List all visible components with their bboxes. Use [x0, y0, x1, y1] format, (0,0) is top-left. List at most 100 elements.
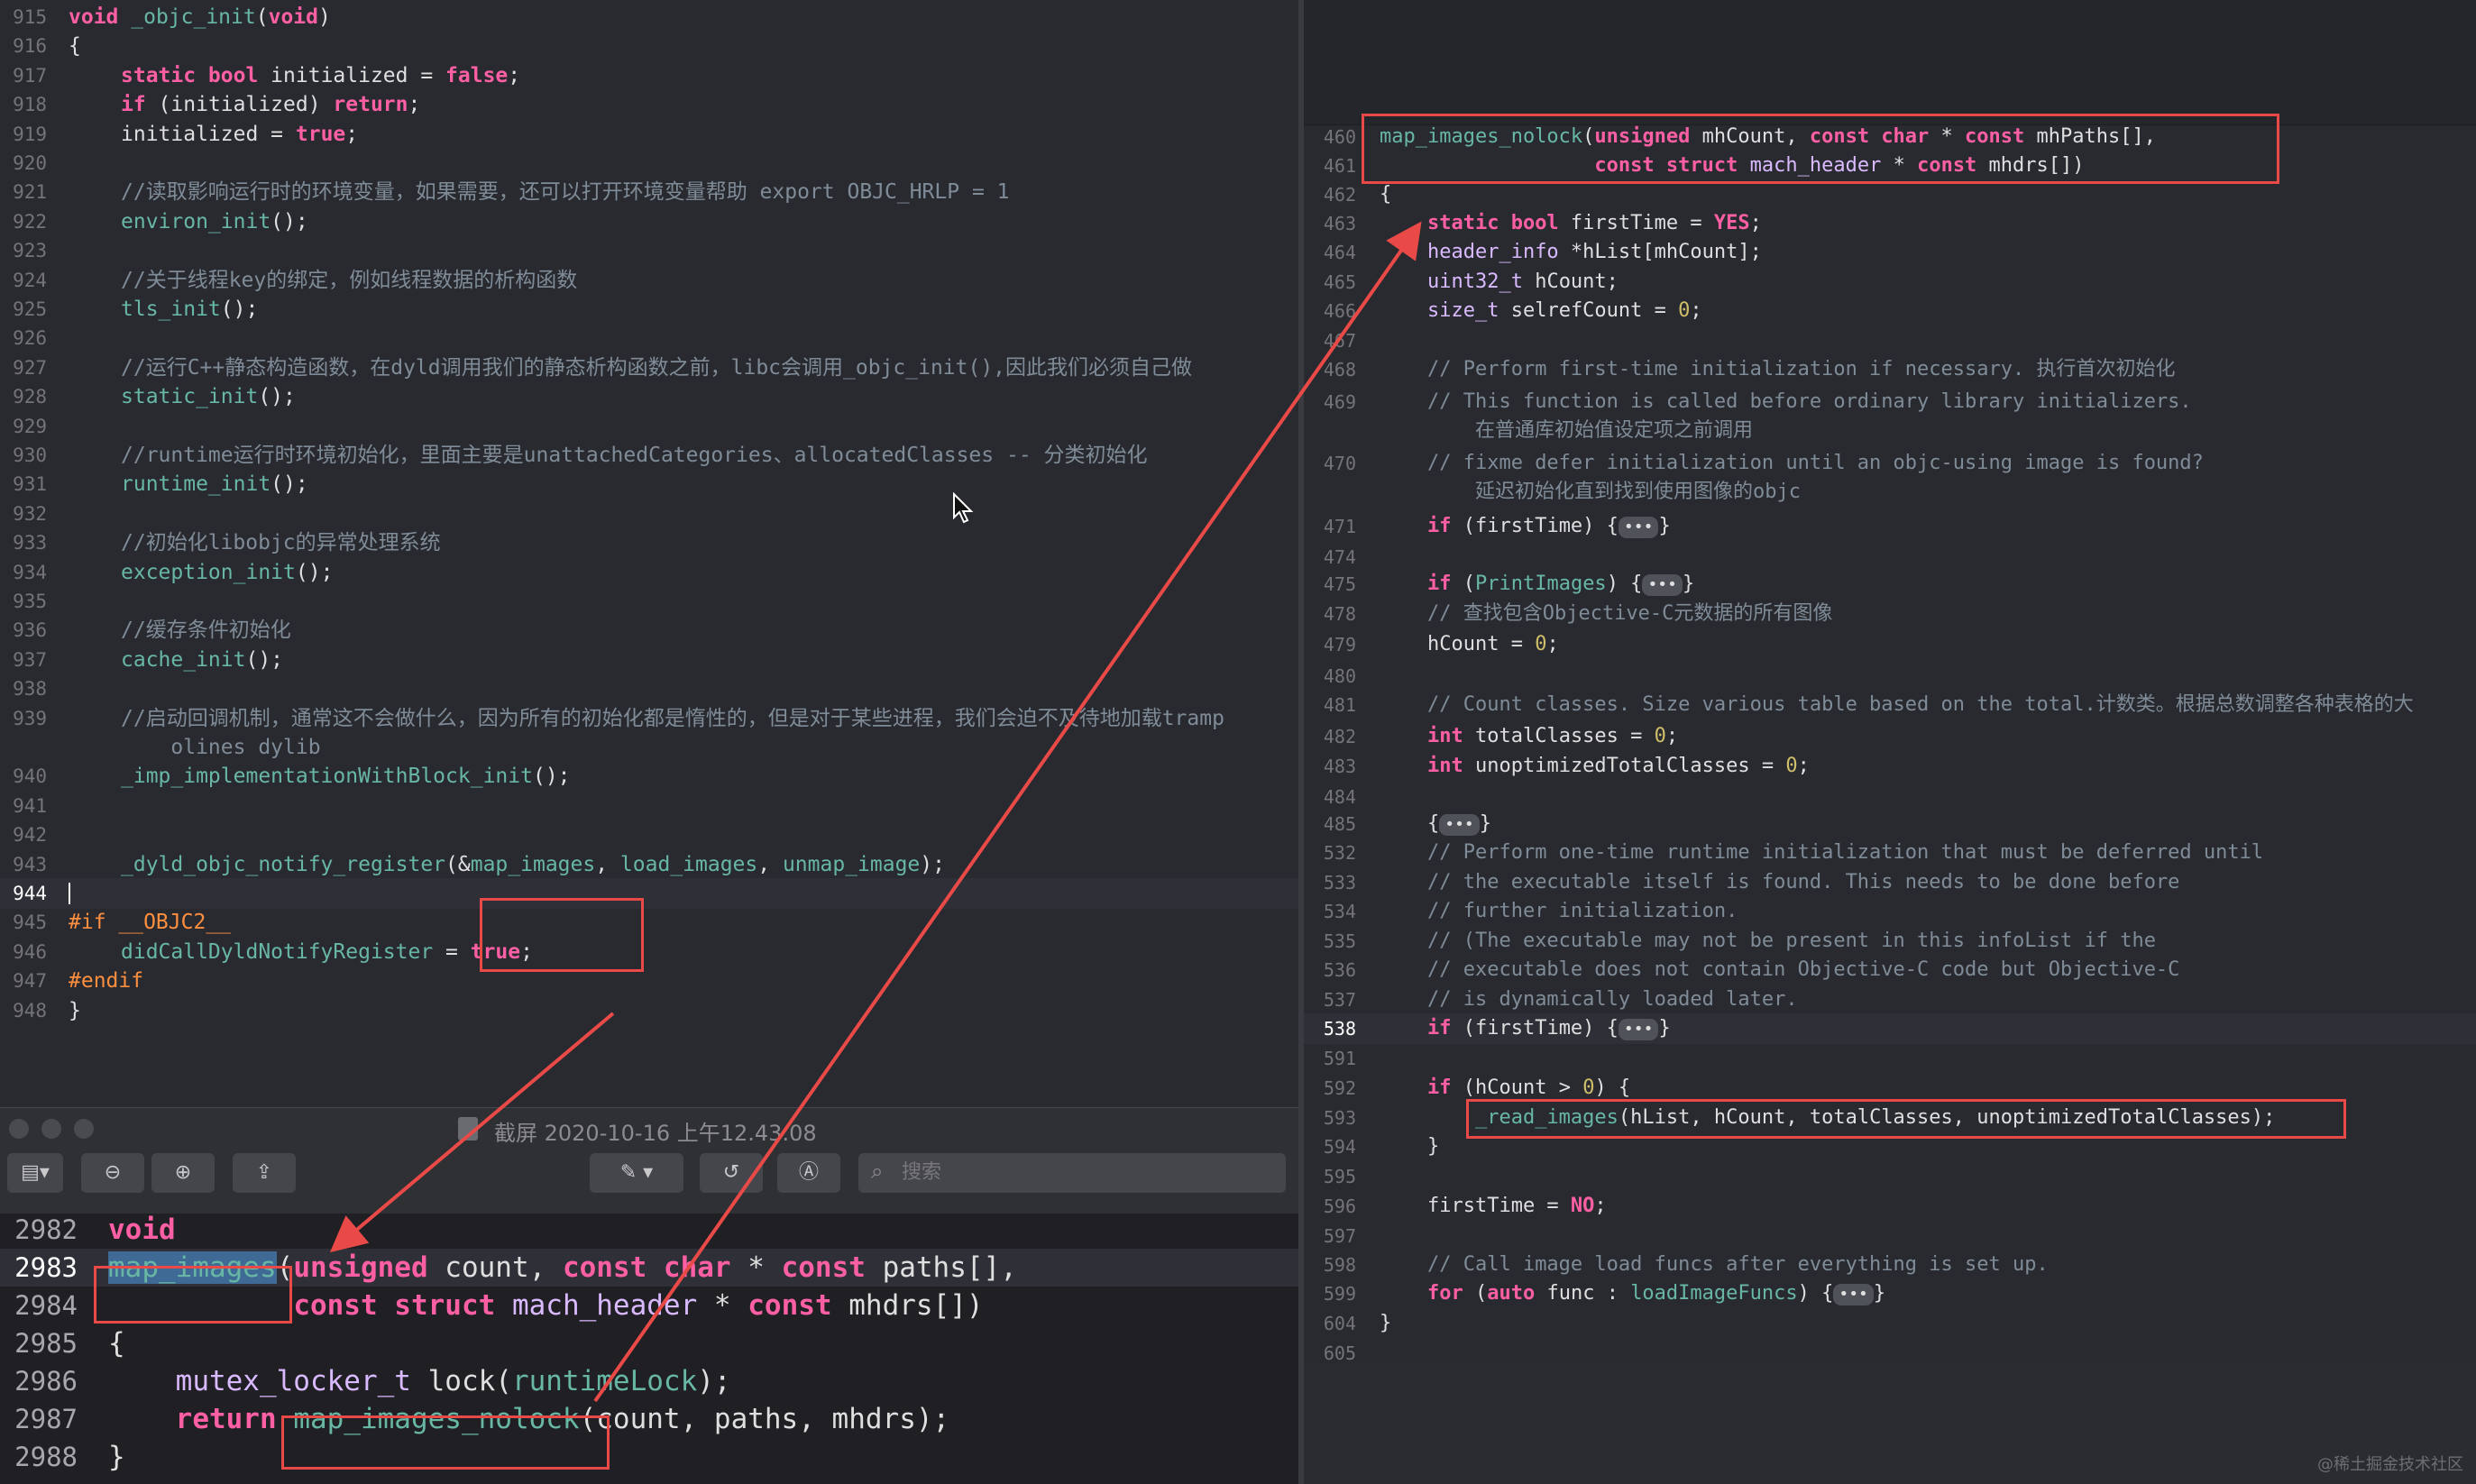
- line-number: 2982: [14, 1214, 78, 1245]
- code-text: // Call image load funcs after everythin…: [1426, 1253, 2049, 1276]
- sidebar-toggle-button[interactable]: ▤▾: [7, 1153, 63, 1193]
- code-text: {: [108, 1327, 125, 1360]
- line-number: 599: [1323, 1283, 1356, 1305]
- code-text: //启动回调机制，通常这不会做什么，因为所有的初始化都是惰性的，但是对于某些进程…: [121, 706, 1224, 730]
- preview-window-toolbar: 截屏 2020-10-16 上午12.43.08 ▤▾ ⊖ ⊕ ⇪ ✎ ▾ ↺ …: [0, 1107, 1298, 1215]
- markup-button[interactable]: ✎ ▾: [590, 1153, 683, 1193]
- sidebar-icon: ▤▾: [21, 1161, 50, 1184]
- line-number: 935: [13, 591, 47, 612]
- code-text: _imp_implementationWithBlock_init();: [121, 765, 571, 789]
- code-text: void: [108, 1214, 176, 1246]
- search-input[interactable]: 搜索: [858, 1153, 1286, 1193]
- right-editor-header: [1304, 0, 2476, 125]
- line-number: 464: [1323, 242, 1356, 263]
- line-number: 597: [1323, 1225, 1356, 1247]
- code-line[interactable]: 538 if (firstTime) {•••}: [1304, 1013, 2476, 1044]
- code-text: {: [1380, 183, 1392, 206]
- line-number: 480: [1323, 665, 1356, 687]
- line-number: 598: [1323, 1254, 1356, 1276]
- code-text: environ_init();: [121, 209, 308, 234]
- pen-icon: ✎ ▾: [619, 1161, 654, 1184]
- line-number: 479: [1323, 634, 1356, 655]
- highlight-map-images-arg: [480, 898, 644, 972]
- watermark: @稀土掘金技术社区: [2317, 1455, 2463, 1474]
- line-number: 463: [1323, 213, 1356, 234]
- line-number: 596: [1323, 1195, 1356, 1217]
- code-text: didCallDyldNotifyRegister = true;: [121, 939, 533, 964]
- zoom-out-button[interactable]: ⊖: [81, 1153, 144, 1193]
- preview-window-title: 截屏 2020-10-16 上午12.43.08: [494, 1121, 817, 1146]
- code-text: size_t selrefCount = 0;: [1426, 299, 1702, 322]
- code-text: }: [69, 998, 81, 1022]
- code-text: if (firstTime) {•••}: [1426, 515, 1671, 538]
- rotate-icon: ↺: [722, 1161, 740, 1184]
- zoom-window-button[interactable]: [74, 1119, 94, 1139]
- code-text: // (The executable may not be present in…: [1426, 930, 2156, 952]
- code-text: initialized = true;: [121, 122, 359, 146]
- line-number: 2983: [14, 1252, 78, 1283]
- code-line[interactable]: 944: [0, 878, 1298, 909]
- code-text: if (PrintImages) {•••}: [1426, 573, 1695, 596]
- document-icon: [458, 1117, 478, 1140]
- line-number: 916: [13, 35, 47, 58]
- annotate-button[interactable]: Ⓐ: [777, 1153, 840, 1193]
- line-number: 466: [1323, 300, 1356, 322]
- line-number: 474: [1323, 546, 1356, 568]
- code-text: //runtime运行时环境初始化，里面主要是unattachedCategor…: [121, 444, 1148, 467]
- line-number: 939: [13, 707, 47, 729]
- code-text: #if __OBJC2__: [69, 911, 232, 935]
- line-number: 929: [13, 415, 47, 437]
- zoom-out-icon: ⊖: [104, 1161, 122, 1184]
- code-text: static bool initialized = false;: [121, 63, 521, 87]
- line-number: 941: [13, 794, 47, 817]
- line-number: 533: [1323, 872, 1356, 893]
- code-text: #endif: [69, 969, 144, 994]
- line-number: 532: [1323, 842, 1356, 864]
- right-code-editor[interactable]: 460 map_images_nolock(unsigned mhCount, c…: [1304, 0, 2476, 1484]
- code-text: // Count classes. Size various table bas…: [1426, 693, 2414, 716]
- line-number: 469: [1323, 391, 1356, 413]
- highlight-map-images-nolock-call: [281, 1415, 610, 1470]
- line-number: 462: [1323, 184, 1356, 206]
- code-text: // 查找包含Objective-C元数据的所有图像: [1426, 602, 1833, 625]
- code-text: exception_init();: [121, 560, 334, 584]
- code-text: //初始化libobjc的异常处理系统: [121, 531, 441, 555]
- line-number: 928: [13, 386, 47, 408]
- line-number: 921: [13, 181, 47, 204]
- code-text: 延迟初始化直到找到使用图像的objc: [1426, 481, 1801, 503]
- line-number: 537: [1323, 989, 1356, 1011]
- line-number: 923: [13, 240, 47, 262]
- minimize-window-button[interactable]: [41, 1119, 61, 1139]
- rotate-button[interactable]: ↺: [700, 1153, 763, 1193]
- line-number: 936: [13, 619, 47, 642]
- line-number: 940: [13, 765, 47, 788]
- line-number: 942: [13, 824, 47, 847]
- line-number: 938: [13, 678, 47, 701]
- close-window-button[interactable]: [9, 1119, 29, 1139]
- line-number: 467: [1323, 330, 1356, 352]
- share-button[interactable]: ⇪: [233, 1153, 296, 1193]
- line-number: 482: [1323, 726, 1356, 747]
- code-text: _dyld_objc_notify_register(&map_images, …: [121, 852, 945, 876]
- line-number: 937: [13, 648, 47, 671]
- code-text: runtime_init();: [121, 472, 308, 497]
- zoom-in-button[interactable]: ⊕: [151, 1153, 215, 1193]
- mouse-cursor-icon: [953, 492, 974, 524]
- line-number: 925: [13, 298, 47, 320]
- code-text: // executable does not contain Objective…: [1426, 958, 2180, 981]
- line-number: 2986: [14, 1366, 78, 1397]
- line-number: 920: [13, 152, 47, 174]
- code-text: header_info *hList[mhCount];: [1426, 241, 1762, 263]
- line-number: 594: [1323, 1136, 1356, 1158]
- line-number: 922: [13, 210, 47, 233]
- code-text: }: [108, 1441, 125, 1473]
- left-code-editor[interactable]: 915 void _objc_init(void) 916 {917 static bo…: [0, 0, 1298, 1107]
- code-text: // the executable itself is found. This …: [1426, 871, 2180, 893]
- line-number: 538: [1323, 1018, 1356, 1040]
- line-number: 593: [1323, 1107, 1356, 1129]
- code-text: mutex_locker_t lock(runtimeLock);: [175, 1365, 731, 1397]
- line-number: 945: [13, 911, 47, 934]
- preview-image-content: 2981 ,2982void2983map_images(unsigned co…: [0, 1214, 1298, 1484]
- line-number: 591: [1323, 1048, 1356, 1069]
- line-number: 2985: [14, 1328, 78, 1359]
